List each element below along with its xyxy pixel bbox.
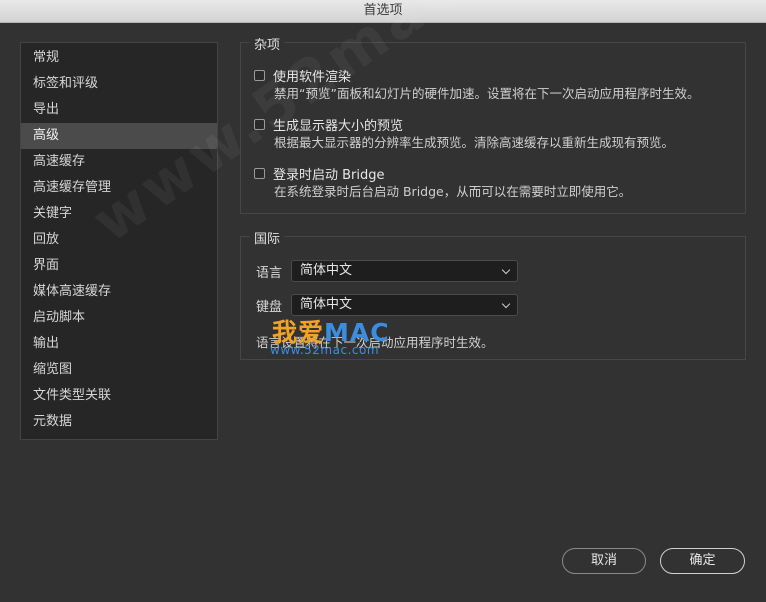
option-launch-at-login: 登录时启动 Bridge 在系统登录时后台启动 Bridge，从而可以在需要时立…	[254, 163, 631, 201]
sidebar-item-advanced[interactable]: 高级	[21, 123, 217, 149]
language-label: 语言	[256, 266, 283, 281]
sidebar-item-cache-management[interactable]: 高速缓存管理	[21, 175, 217, 201]
sidebar-item-playback[interactable]: 回放	[21, 227, 217, 253]
launch-at-login-checkbox[interactable]	[254, 167, 265, 179]
monitor-size-previews-desc: 根据最大显示器的分辨率生成预览。清除高速缓存以重新生成现有预览。	[274, 135, 675, 150]
keyboard-select-value: 简体中文	[300, 297, 353, 312]
language-select-value: 简体中文	[300, 263, 353, 278]
sidebar: 常规 标签和评级 导出 高级 高速缓存 高速缓存管理 关键字 回放 界面 媒体高…	[20, 42, 218, 440]
software-rendering-checkbox[interactable]	[254, 69, 265, 81]
monitor-size-previews-label[interactable]: 生成显示器大小的预览	[273, 115, 403, 134]
window-titlebar: 首选项	[0, 0, 766, 23]
sidebar-item-thumbnails[interactable]: 缩览图	[21, 357, 217, 383]
language-select[interactable]: 简体中文	[291, 260, 518, 282]
window-title: 首选项	[363, 3, 403, 18]
option-software-rendering: 使用软件渲染 禁用“预览”面板和幻灯片的硬件加速。设置将在下一次启动应用程序时生…	[254, 65, 699, 103]
cancel-button[interactable]: 取消	[562, 548, 646, 574]
sidebar-item-general[interactable]: 常规	[21, 45, 217, 71]
sidebar-item-keywords[interactable]: 关键字	[21, 201, 217, 227]
chevron-down-icon	[501, 299, 511, 309]
software-rendering-desc: 禁用“预览”面板和幻灯片的硬件加速。设置将在下一次启动应用程序时生效。	[274, 86, 700, 101]
keyboard-label: 键盘	[256, 300, 283, 315]
keyboard-select[interactable]: 简体中文	[291, 294, 518, 316]
misc-section-title: 杂项	[250, 34, 285, 53]
intl-section-title: 国际	[250, 228, 285, 247]
launch-at-login-desc: 在系统登录时后台启动 Bridge，从而可以在需要时立即使用它。	[274, 184, 632, 199]
ok-button[interactable]: 确定	[660, 548, 745, 574]
sidebar-item-file-type-associations[interactable]: 文件类型关联	[21, 383, 217, 409]
sidebar-item-export[interactable]: 导出	[21, 97, 217, 123]
sidebar-item-output[interactable]: 输出	[21, 331, 217, 357]
sidebar-item-cache[interactable]: 高速缓存	[21, 149, 217, 175]
monitor-size-previews-checkbox[interactable]	[254, 118, 265, 130]
sidebar-item-labels-ratings[interactable]: 标签和评级	[21, 71, 217, 97]
chevron-down-icon	[501, 265, 511, 275]
language-note: 语言设置将在下一次启动应用程序时生效。	[256, 335, 494, 350]
sidebar-item-interface[interactable]: 界面	[21, 253, 217, 279]
software-rendering-label[interactable]: 使用软件渲染	[273, 66, 351, 85]
sidebar-item-startup-scripts[interactable]: 启动脚本	[21, 305, 217, 331]
launch-at-login-label[interactable]: 登录时启动 Bridge	[273, 164, 385, 183]
sidebar-item-metadata[interactable]: 元数据	[21, 409, 217, 435]
option-monitor-size-previews: 生成显示器大小的预览 根据最大显示器的分辨率生成预览。清除高速缓存以重新生成现有…	[254, 114, 674, 152]
sidebar-item-media-cache[interactable]: 媒体高速缓存	[21, 279, 217, 305]
